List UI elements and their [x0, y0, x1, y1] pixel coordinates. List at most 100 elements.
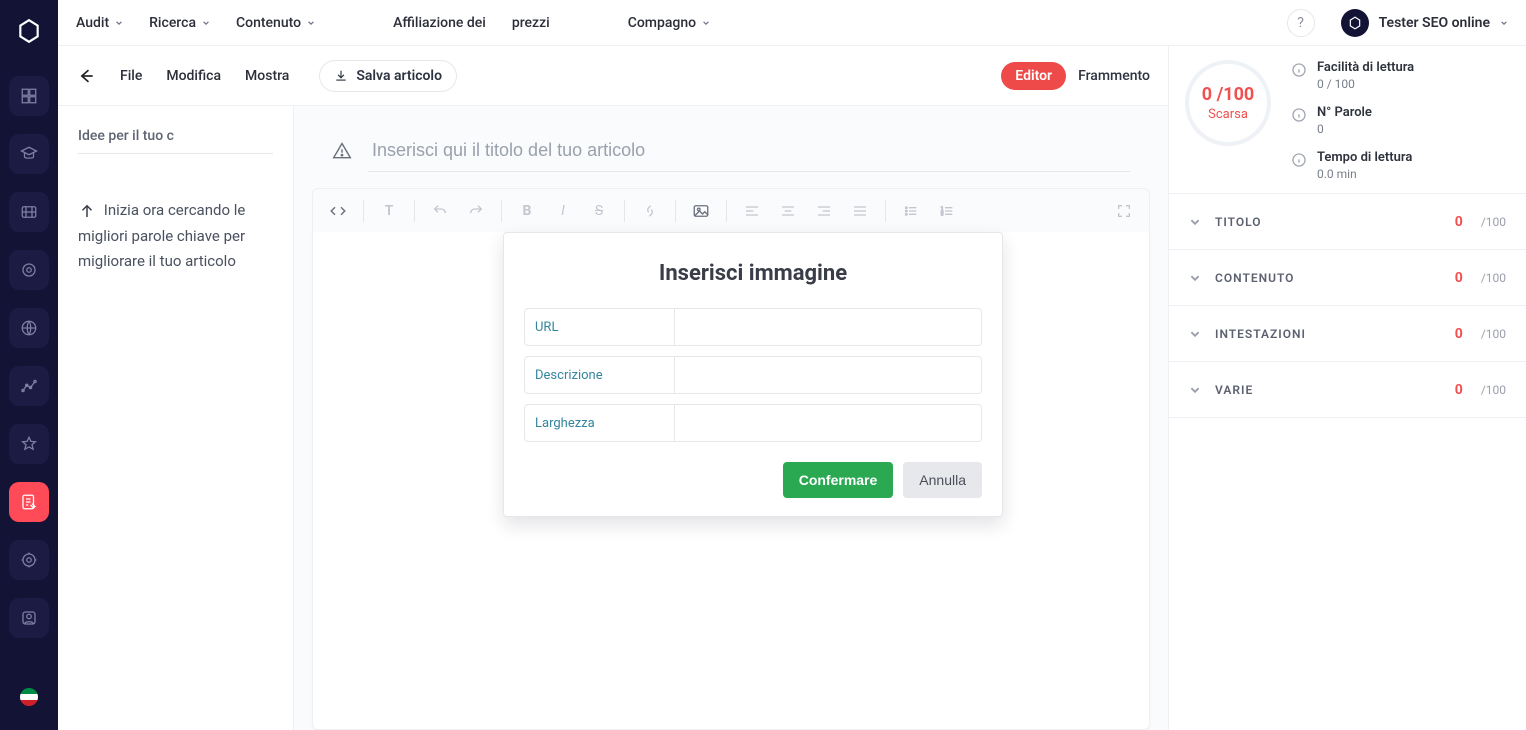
help-button[interactable]: ? — [1287, 9, 1315, 37]
info-icon[interactable] — [1291, 107, 1307, 123]
top-nav: Audit Ricerca Contenuto Affiliazione dei… — [58, 0, 1526, 46]
acc-den: /100 — [1481, 271, 1506, 285]
ideas-tab[interactable]: Idee per il tuo c — [78, 118, 273, 154]
label-width: Larghezza — [525, 405, 675, 441]
align-right-button[interactable] — [807, 194, 841, 228]
acc-item-content[interactable]: CONTENUTO 0 /100 — [1169, 250, 1526, 306]
user-menu[interactable]: Tester SEO online — [1341, 9, 1508, 37]
heading-button[interactable]: T — [372, 194, 406, 228]
sidebar-globe[interactable] — [9, 308, 49, 348]
nav-prices[interactable]: prezzi — [512, 15, 550, 31]
app-sidebar — [0, 0, 58, 730]
sidebar-media[interactable] — [9, 192, 49, 232]
save-article-label: Salva articolo — [356, 68, 442, 84]
align-justify-button[interactable] — [843, 194, 877, 228]
editor-body[interactable]: Inserisci immagine URL Descrizione Largh… — [312, 232, 1150, 730]
acc-label: VARIE — [1215, 383, 1253, 397]
metric-readability-value: 0 / 100 — [1317, 77, 1414, 91]
field-description: Descrizione — [524, 356, 982, 394]
input-width[interactable] — [675, 405, 981, 441]
tab-fragment[interactable]: Frammento — [1078, 68, 1150, 84]
metrics-header: 0 /100 Scarsa Facilità di lettura 0 / 10… — [1169, 46, 1526, 193]
align-left-button[interactable] — [735, 194, 769, 228]
metric-readability-label: Facilità di lettura — [1317, 60, 1414, 75]
acc-item-misc[interactable]: VARIE 0 /100 — [1169, 362, 1526, 418]
bullet-list-button[interactable] — [894, 194, 928, 228]
app-logo-icon — [14, 16, 44, 46]
chevron-down-icon — [307, 19, 315, 27]
info-icon[interactable] — [1291, 62, 1307, 78]
insert-image-modal: Inserisci immagine URL Descrizione Largh… — [503, 232, 1003, 517]
numbered-list-button[interactable]: 123 — [930, 194, 964, 228]
metric-lines: Facilità di lettura 0 / 100 N° Parole 0 — [1291, 60, 1414, 181]
image-button[interactable] — [684, 194, 718, 228]
acc-den: /100 — [1481, 383, 1506, 397]
redo-button[interactable] — [459, 194, 493, 228]
user-badge-icon — [1341, 9, 1369, 37]
confirm-button[interactable]: Confermare — [783, 462, 894, 498]
menu-show[interactable]: Mostra — [245, 68, 289, 84]
bold-button[interactable]: B — [510, 194, 544, 228]
editor-area: T B I S 123 Inserisc — [294, 106, 1168, 730]
acc-score: 0 — [1455, 382, 1463, 398]
language-switcher[interactable] — [20, 688, 38, 706]
back-button[interactable] — [76, 66, 96, 86]
sidebar-content-editor[interactable] — [9, 482, 49, 522]
sidebar-profile[interactable] — [9, 598, 49, 638]
overall-quality: Scarsa — [1208, 107, 1248, 122]
acc-score: 0 — [1455, 326, 1463, 342]
metrics-accordion: TITOLO 0 /100 CONTENUTO 0 /100 INTESTAZI… — [1169, 193, 1526, 418]
italic-button[interactable]: I — [546, 194, 580, 228]
overall-score: 0 /100 — [1202, 84, 1254, 105]
code-view-button[interactable] — [321, 194, 355, 228]
acc-den: /100 — [1481, 215, 1506, 229]
nav-research[interactable]: Ricerca — [149, 15, 210, 31]
input-description[interactable] — [675, 357, 981, 393]
label-url: URL — [525, 309, 675, 345]
nav-companion-label: Compagno — [628, 15, 696, 31]
sidebar-nav — [9, 76, 49, 638]
tab-editor[interactable]: Editor — [1001, 62, 1066, 90]
input-url[interactable] — [675, 309, 981, 345]
acc-score: 0 — [1455, 214, 1463, 230]
menu-edit[interactable]: Modifica — [166, 68, 221, 84]
ideas-hint: Inizia ora cercando le migliori parole c… — [78, 198, 273, 275]
info-icon[interactable] — [1291, 152, 1307, 168]
fullscreen-button[interactable] — [1107, 194, 1141, 228]
menu-edit-label: Modifica — [166, 68, 221, 84]
article-title-input[interactable] — [368, 130, 1130, 172]
ideas-panel: Idee per il tuo c Inizia ora cercando le… — [58, 106, 294, 730]
cancel-button[interactable]: Annulla — [903, 462, 982, 498]
sidebar-education[interactable] — [9, 134, 49, 174]
acc-item-title[interactable]: TITOLO 0 /100 — [1169, 194, 1526, 250]
nav-affiliation[interactable]: Affiliazione dei — [393, 15, 486, 31]
align-center-button[interactable] — [771, 194, 805, 228]
label-description: Descrizione — [525, 357, 675, 393]
metric-words-value: 0 — [1317, 122, 1372, 136]
acc-item-headings[interactable]: INTESTAZIONI 0 /100 — [1169, 306, 1526, 362]
download-icon — [334, 69, 348, 83]
acc-label: TITOLO — [1215, 215, 1262, 229]
chevron-down-icon — [1189, 272, 1201, 284]
sidebar-settings[interactable] — [9, 540, 49, 580]
sidebar-favorites[interactable] — [9, 424, 49, 464]
nav-companion[interactable]: Compagno — [628, 15, 710, 31]
menu-file[interactable]: File — [120, 68, 142, 84]
metrics-panel: 0 /100 Scarsa Facilità di lettura 0 / 10… — [1168, 46, 1526, 730]
nav-research-label: Ricerca — [149, 15, 196, 31]
undo-button[interactable] — [423, 194, 457, 228]
link-button[interactable] — [633, 194, 667, 228]
nav-content[interactable]: Contenuto — [236, 15, 315, 31]
sidebar-analytics[interactable] — [9, 366, 49, 406]
sidebar-target[interactable] — [9, 250, 49, 290]
metric-readtime-label: Tempo di lettura — [1317, 150, 1412, 165]
help-icon: ? — [1297, 15, 1304, 31]
save-article-button[interactable]: Salva articolo — [319, 60, 457, 92]
field-width: Larghezza — [524, 404, 982, 442]
nav-audit[interactable]: Audit — [76, 15, 123, 31]
sidebar-dashboard[interactable] — [9, 76, 49, 116]
strikethrough-button[interactable]: S — [582, 194, 616, 228]
metric-read-time: Tempo di lettura 0.0 min — [1291, 150, 1414, 181]
editor-toolbar-row: File Modifica Mostra Salva articolo Edit… — [58, 46, 1168, 106]
menu-show-label: Mostra — [245, 68, 289, 84]
